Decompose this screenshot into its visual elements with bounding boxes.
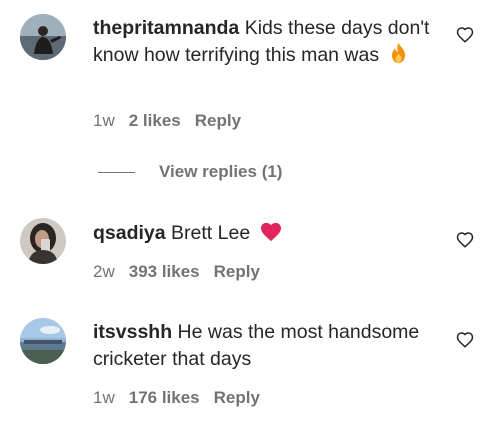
comment-likes[interactable]: 2 likes xyxy=(129,111,181,130)
comment-time: 1w xyxy=(93,388,115,407)
avatar[interactable] xyxy=(20,318,66,364)
avatar[interactable] xyxy=(20,218,66,264)
heart-outline-icon xyxy=(456,332,474,348)
reply-button[interactable]: Reply xyxy=(195,111,241,130)
reply-button[interactable]: Reply xyxy=(214,388,260,407)
heart-outline-icon xyxy=(456,232,474,248)
like-comment-button[interactable] xyxy=(456,331,474,349)
comment-username[interactable]: itsvsshh xyxy=(93,321,172,343)
comment-likes[interactable]: 393 likes xyxy=(129,262,200,281)
comment-time: 1w xyxy=(93,111,115,130)
comment-meta: 2w 393 likes Reply xyxy=(93,262,260,282)
comment-meta: 1w 176 likes Reply xyxy=(93,388,260,408)
like-comment-button[interactable] xyxy=(456,231,474,249)
like-comment-button[interactable] xyxy=(456,26,474,44)
divider-line xyxy=(98,171,135,173)
comment-username[interactable]: qsadiya xyxy=(93,222,166,244)
avatar[interactable] xyxy=(20,14,66,60)
comment-time: 2w xyxy=(93,262,115,281)
view-replies-button[interactable]: View replies (1) xyxy=(98,162,282,182)
reply-button[interactable]: Reply xyxy=(214,262,260,281)
comment-meta: 1w 2 likes Reply xyxy=(93,111,241,131)
comment-likes[interactable]: 176 likes xyxy=(129,388,200,407)
fire-emoji-icon xyxy=(389,42,408,72)
view-replies-label: View replies (1) xyxy=(159,162,283,181)
comment-text-block: itsvsshh He was the most handsome cricke… xyxy=(93,319,438,373)
heart-outline-icon xyxy=(456,27,474,43)
comment-username[interactable]: thepritamnanda xyxy=(93,17,239,39)
red-heart-emoji-icon xyxy=(260,222,282,250)
comment-text: Brett Lee xyxy=(171,222,251,244)
comment-text-block: thepritamnanda Kids these days don't kno… xyxy=(93,15,438,72)
comment-text-block: qsadiya Brett Lee xyxy=(93,220,438,250)
